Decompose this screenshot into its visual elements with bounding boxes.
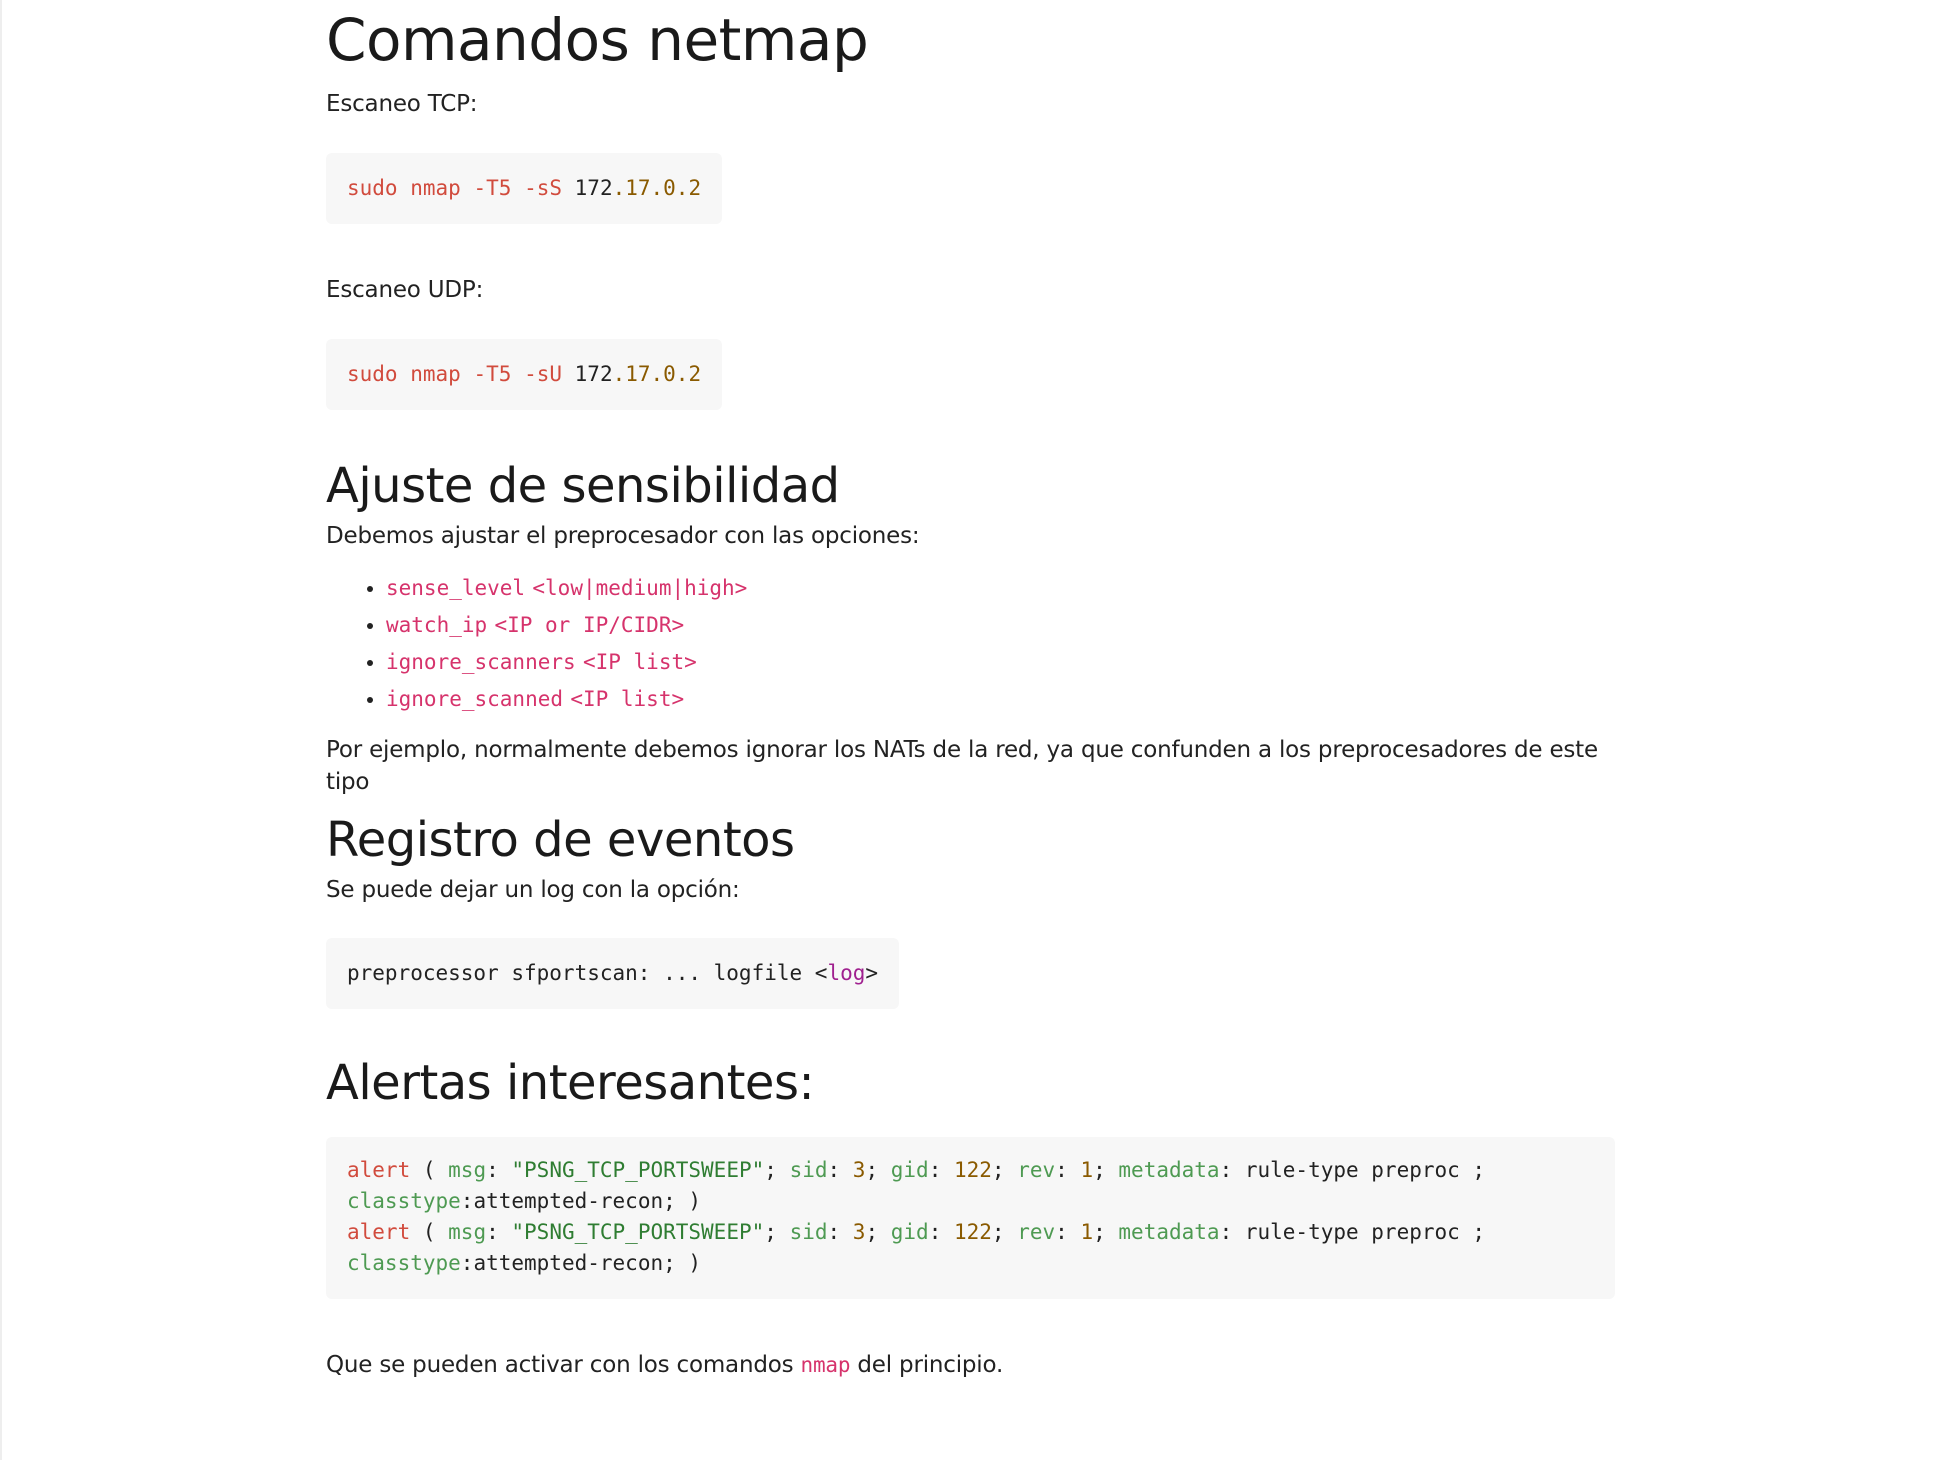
alert-classtype-key: classtype	[347, 1189, 461, 1213]
alert-keyword: alert	[347, 1220, 411, 1244]
alert-classtype-value: attempted-recon; )	[473, 1251, 702, 1275]
closing-before: Que se pueden activar con los comandos	[326, 1352, 801, 1378]
code-flag-su: -sU	[524, 362, 562, 386]
page-title: Comandos netmap	[326, 6, 869, 74]
code-flag-ss: -sS	[524, 176, 562, 200]
sensitivity-intro: Debemos ajustar el preprocesador con las…	[326, 523, 920, 549]
alert-sid-value: 3	[852, 1220, 866, 1244]
log-cmd-tag: log	[827, 961, 866, 985]
option-value: <IP list>	[582, 650, 697, 674]
option-name: watch_ip	[386, 613, 488, 637]
alert-msg-key: msg	[448, 1158, 487, 1182]
list-item: ignore_scanners <IP list>	[386, 644, 1616, 681]
alert-rev-value: 1	[1080, 1158, 1094, 1182]
log-code-block: preprocessor sfportscan: ... logfile <lo…	[326, 938, 900, 1009]
alert-rev-value: 1	[1080, 1220, 1094, 1244]
nat-note: Por ejemplo, normalmente debemos ignorar…	[326, 737, 1598, 795]
alert-line-2: alert ( msg: "PSNG_TCP_PORTSWEEP"; sid: …	[347, 1220, 1486, 1244]
code-sudo: sudo	[347, 176, 398, 200]
alert-sid-value: 3	[852, 1158, 866, 1182]
alert-metadata-key: metadata	[1118, 1220, 1220, 1244]
logging-intro: Se puede dejar un log con la opción:	[326, 877, 740, 903]
option-name: sense_level	[386, 576, 526, 600]
alert-line-2-cont: classtype:attempted-recon; )	[347, 1251, 702, 1275]
alert-metadata-key: metadata	[1118, 1158, 1220, 1182]
code-flag-t5: -T5	[473, 362, 512, 386]
options-list: sense_level <low|medium|high> watch_ip <…	[326, 570, 1616, 718]
code-ip-part1: 172	[574, 176, 613, 200]
alert-classtype-value: attempted-recon; )	[473, 1189, 702, 1213]
option-value: <IP or IP/CIDR>	[494, 613, 685, 637]
sensitivity-heading: Ajuste de sensibilidad	[326, 458, 840, 514]
alert-msg-key: msg	[448, 1220, 487, 1244]
code-flag-t5: -T5	[473, 176, 512, 200]
log-cmd-prefix: preprocessor sfportscan: ... logfile <	[347, 961, 828, 985]
udp-label: Escaneo UDP:	[326, 277, 484, 303]
option-value: <IP list>	[570, 687, 685, 711]
alert-line-1: alert ( msg: "PSNG_TCP_PORTSWEEP"; sid: …	[347, 1158, 1486, 1182]
alert-sid-key: sid	[789, 1158, 828, 1182]
code-ip-part2: .17.0.2	[612, 362, 702, 386]
alert-rev-key: rev	[1017, 1220, 1056, 1244]
code-nmap: nmap	[410, 176, 461, 200]
closing-after: del principio.	[850, 1352, 1004, 1378]
alerts-heading: Alertas interesantes:	[326, 1055, 815, 1111]
udp-code-block: sudo nmap -T5 -sU 172.17.0.2	[326, 339, 723, 410]
alert-metadata-value: rule-type preproc ;	[1244, 1158, 1486, 1182]
alert-metadata-value: rule-type preproc ;	[1244, 1220, 1486, 1244]
list-item: ignore_scanned <IP list>	[386, 681, 1616, 718]
option-value: <low|medium|high>	[532, 576, 748, 600]
alerts-code-block: alert ( msg: "PSNG_TCP_PORTSWEEP"; sid: …	[326, 1137, 1615, 1299]
log-cmd-suffix: >	[865, 961, 879, 985]
alert-paren: (	[410, 1158, 449, 1182]
alert-msg-value: "PSNG_TCP_PORTSWEEP"	[511, 1220, 765, 1244]
alert-gid-value: 122	[953, 1220, 992, 1244]
alert-gid-key: gid	[890, 1220, 929, 1244]
alert-gid-key: gid	[890, 1158, 929, 1182]
alert-line-1-cont: classtype:attempted-recon; )	[347, 1189, 702, 1213]
alert-sid-key: sid	[789, 1220, 828, 1244]
alert-msg-value: "PSNG_TCP_PORTSWEEP"	[511, 1158, 765, 1182]
alert-paren: (	[410, 1220, 449, 1244]
list-item: sense_level <low|medium|high>	[386, 570, 1616, 607]
code-nmap: nmap	[410, 362, 461, 386]
option-name: ignore_scanned	[386, 687, 564, 711]
alert-gid-value: 122	[953, 1158, 992, 1182]
alert-keyword: alert	[347, 1158, 411, 1182]
alert-classtype-key: classtype	[347, 1251, 461, 1275]
code-ip-part1: 172	[574, 362, 613, 386]
tcp-code-block: sudo nmap -T5 -sS 172.17.0.2	[326, 153, 723, 224]
list-item: watch_ip <IP or IP/CIDR>	[386, 607, 1616, 644]
alert-rev-key: rev	[1017, 1158, 1056, 1182]
tcp-label: Escaneo TCP:	[326, 91, 478, 117]
code-ip-part2: .17.0.2	[612, 176, 702, 200]
main-content: Comandos netmap Escaneo TCP: sudo nmap -…	[326, 0, 1616, 1381]
code-sudo: sudo	[347, 362, 398, 386]
closing-code: nmap	[800, 1353, 851, 1377]
option-name: ignore_scanners	[386, 650, 576, 674]
logging-heading: Registro de eventos	[326, 812, 795, 868]
closing-note: Que se pueden activar con los comandos n…	[326, 1349, 1616, 1381]
